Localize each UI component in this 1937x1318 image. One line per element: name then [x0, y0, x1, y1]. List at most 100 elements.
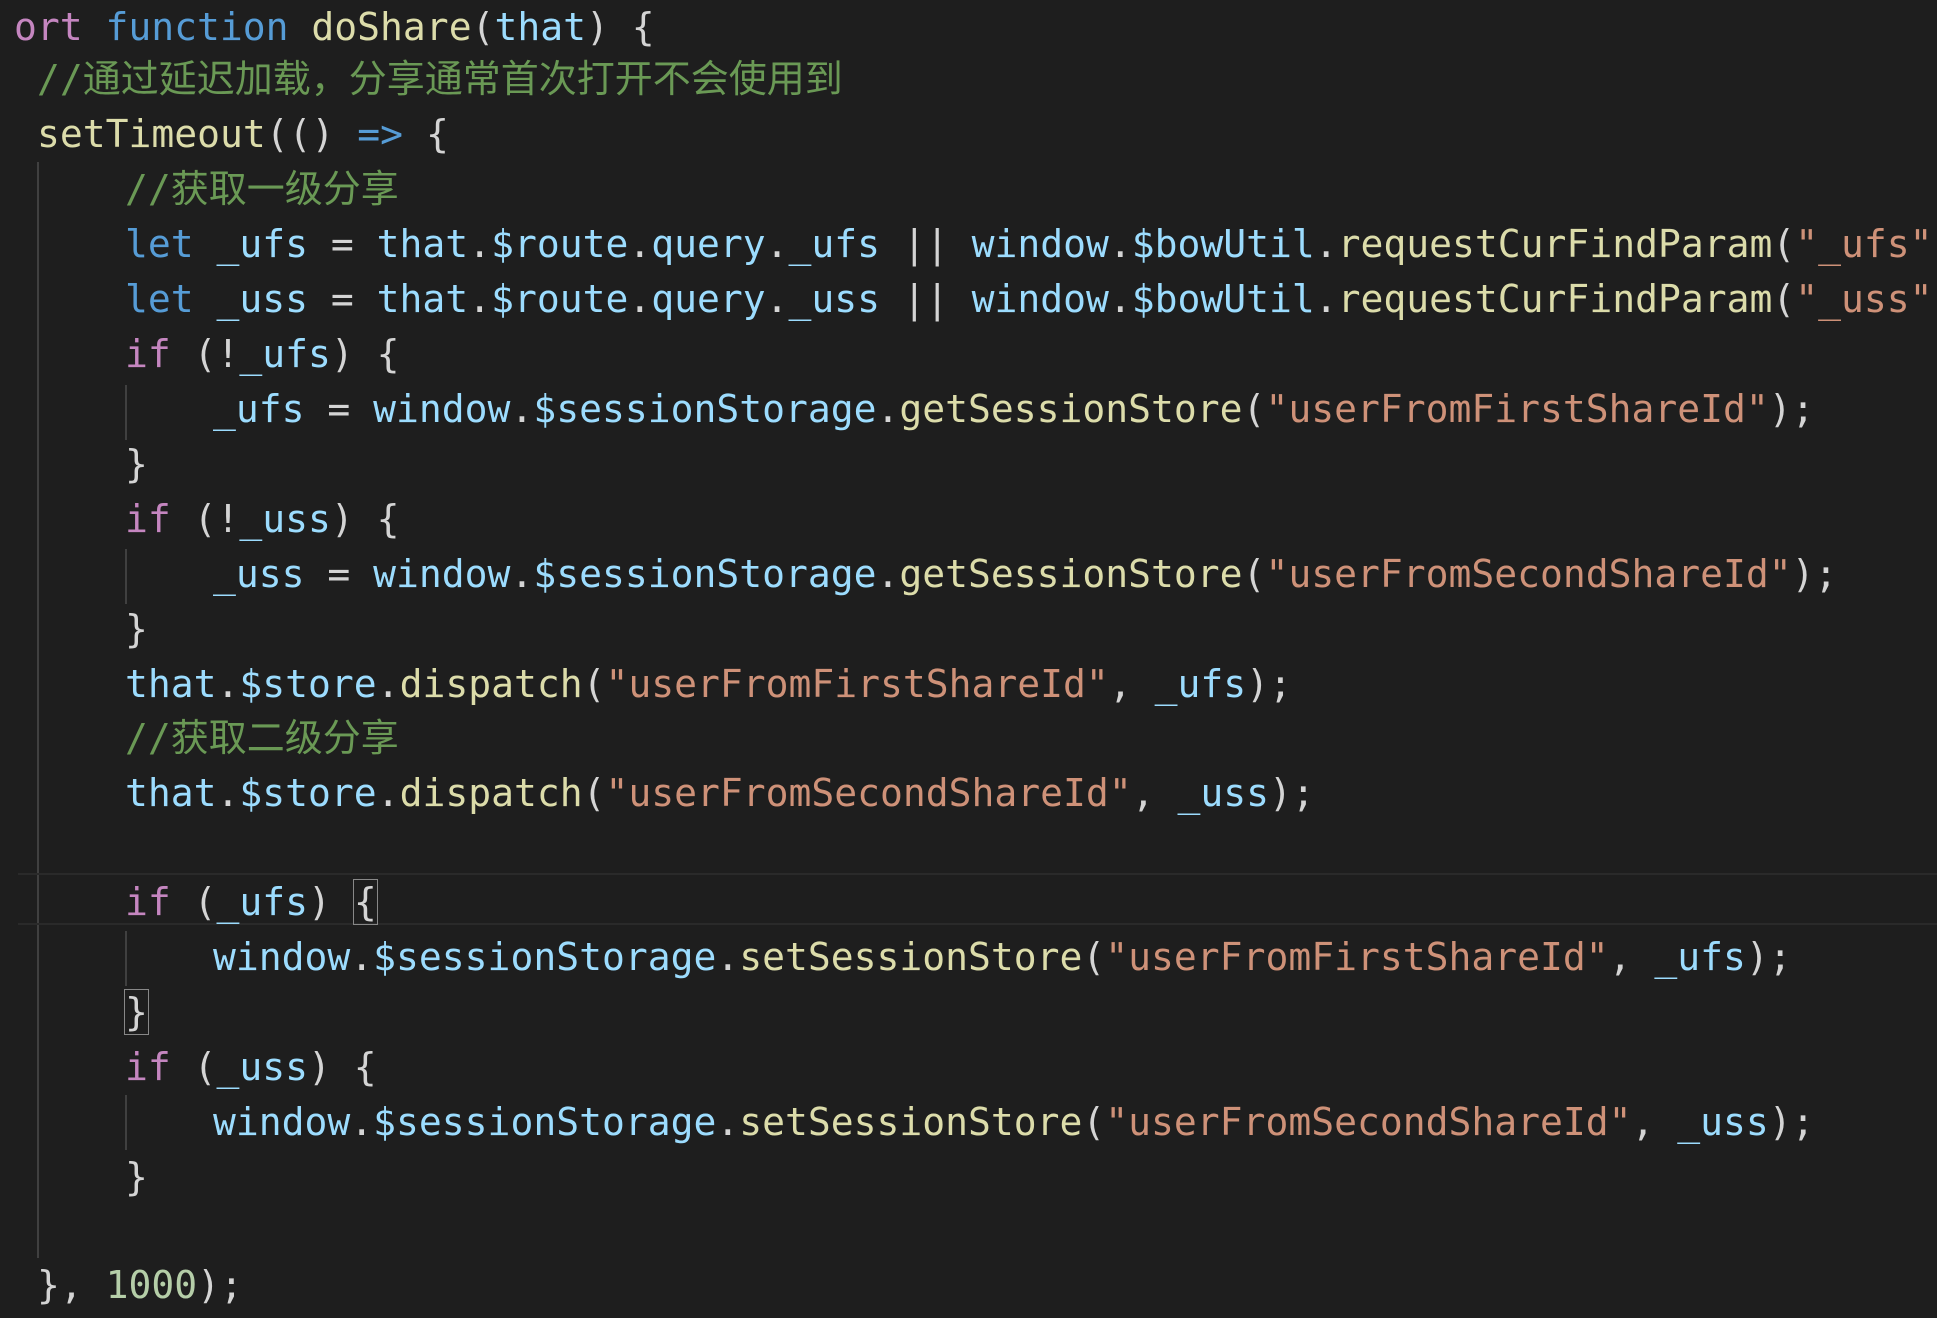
code-line[interactable]: //获取二级分享 — [125, 711, 399, 766]
code-token: . — [876, 552, 900, 596]
code-line[interactable]: }, 1000); — [37, 1258, 243, 1313]
code-token: , — [1108, 662, 1155, 706]
code-token: . — [716, 935, 740, 979]
code-token: }, — [37, 1263, 106, 1307]
code-token: . — [216, 771, 240, 815]
code-editor[interactable]: ort function doShare(that) { //通过延迟加载，分享… — [0, 0, 1937, 1318]
code-token: ); — [1933, 222, 1937, 266]
code-token: ) — [308, 880, 354, 924]
code-token: } — [125, 607, 148, 651]
code-token: (! — [170, 332, 240, 376]
code-token: $store — [239, 662, 377, 706]
code-token: $bowUtil — [1131, 277, 1315, 321]
code-token: . — [468, 222, 492, 266]
code-token: window — [373, 552, 511, 596]
code-token: "userFromSecondShareId" — [605, 771, 1132, 815]
code-token: ( — [1772, 277, 1796, 321]
code-token: _uss — [1177, 771, 1269, 815]
code-token: if — [125, 497, 171, 541]
code-token: ( — [1242, 552, 1266, 596]
code-token: } — [125, 442, 148, 486]
code-line[interactable]: let _uss = that.$route.query._uss || win… — [125, 272, 1937, 327]
code-token: function — [105, 5, 312, 49]
code-token: setTimeout — [37, 112, 266, 156]
code-line[interactable]: //获取一级分享 — [125, 162, 399, 217]
code-token: "userFromFirstShareId" — [605, 662, 1109, 706]
code-token: "_ufs" — [1795, 222, 1933, 266]
code-token: || — [880, 277, 972, 321]
code-line[interactable]: } — [124, 985, 149, 1040]
code-token: $route — [491, 222, 629, 266]
indent-guide — [125, 385, 127, 440]
code-line[interactable]: let _ufs = that.$route.query._ufs || win… — [125, 217, 1937, 272]
code-line[interactable]: _uss = window.$sessionStorage.getSession… — [213, 547, 1837, 602]
code-line[interactable]: } — [125, 1150, 148, 1205]
code-token: that — [376, 222, 469, 266]
code-token: if — [125, 332, 171, 376]
code-token: that — [376, 277, 469, 321]
code-line[interactable]: } — [125, 437, 148, 492]
code-token: getSessionStore — [899, 552, 1243, 596]
code-token: . — [350, 1100, 374, 1144]
code-line[interactable]: ort function doShare(that) { — [14, 0, 655, 55]
code-token: . — [765, 222, 789, 266]
code-token: if — [125, 880, 171, 924]
code-token: that — [494, 5, 586, 49]
code-line[interactable]: } — [125, 602, 148, 657]
code-comment: //通过延迟加载，分享通常首次打开不会使用到 — [37, 57, 843, 101]
code-token: query — [651, 277, 766, 321]
code-token: 1000 — [105, 1263, 198, 1307]
code-token: { — [403, 112, 449, 156]
code-token: . — [628, 277, 652, 321]
code-token: . — [716, 1100, 740, 1144]
code-token: "userFromSecondShareId" — [1265, 552, 1792, 596]
code-token: dispatch — [399, 662, 583, 706]
code-token: ) { — [308, 1045, 377, 1089]
code-line[interactable]: that.$store.dispatch("userFromFirstShare… — [125, 657, 1292, 712]
code-token: . — [1108, 222, 1132, 266]
code-token: if — [125, 1045, 171, 1089]
code-token: _uss — [239, 497, 331, 541]
code-token: ( — [582, 662, 606, 706]
code-token: ); — [1268, 771, 1315, 815]
code-line[interactable]: that.$store.dispatch("userFromSecondShar… — [125, 766, 1315, 821]
code-token: . — [1314, 222, 1338, 266]
code-line[interactable]: window.$sessionStorage.setSessionStore("… — [213, 930, 1792, 985]
code-token: _ufs — [1154, 662, 1247, 706]
code-line[interactable]: setTimeout(() => { — [37, 107, 449, 162]
code-token: ); — [1791, 552, 1838, 596]
code-token: _uss — [1677, 1100, 1769, 1144]
code-token: "userFromSecondShareId" — [1105, 1100, 1632, 1144]
code-token: requestCurFindParam — [1337, 277, 1773, 321]
code-token: ( — [582, 771, 606, 815]
code-line[interactable]: window.$sessionStorage.setSessionStore("… — [213, 1095, 1815, 1150]
code-token: ( — [1772, 222, 1796, 266]
code-token: $route — [491, 277, 629, 321]
code-token: "userFromFirstShareId" — [1105, 935, 1609, 979]
code-token: _ufs — [216, 222, 309, 266]
code-token: = — [304, 552, 374, 596]
code-comment: //获取一级分享 — [125, 167, 399, 211]
code-line[interactable]: if (!_ufs) { — [125, 327, 400, 382]
code-line[interactable]: _ufs = window.$sessionStorage.getSession… — [213, 382, 1815, 437]
code-token: "userFromFirstShareId" — [1265, 387, 1769, 431]
code-token: . — [376, 771, 400, 815]
code-token: let — [125, 277, 217, 321]
code-token: ( — [1242, 387, 1266, 431]
code-token: "_uss" — [1795, 277, 1933, 321]
code-token: _ufs — [216, 880, 309, 924]
indent-guide — [37, 162, 39, 1258]
code-token: ( — [170, 1045, 217, 1089]
code-comment: //获取二级分享 — [125, 716, 399, 760]
code-token: ); — [197, 1263, 243, 1307]
code-token: $store — [239, 771, 377, 815]
code-line[interactable]: if (_uss) { — [125, 1040, 377, 1095]
code-token: . — [1108, 277, 1132, 321]
code-line[interactable]: if (!_uss) { — [125, 492, 400, 547]
code-token: ( — [1082, 935, 1106, 979]
code-token: _ufs — [213, 387, 305, 431]
code-line[interactable]: //通过延迟加载，分享通常首次打开不会使用到 — [37, 52, 843, 107]
indent-guide — [125, 549, 127, 604]
code-token: $sessionStorage — [533, 552, 877, 596]
code-line[interactable]: if (_ufs) { — [125, 875, 378, 930]
